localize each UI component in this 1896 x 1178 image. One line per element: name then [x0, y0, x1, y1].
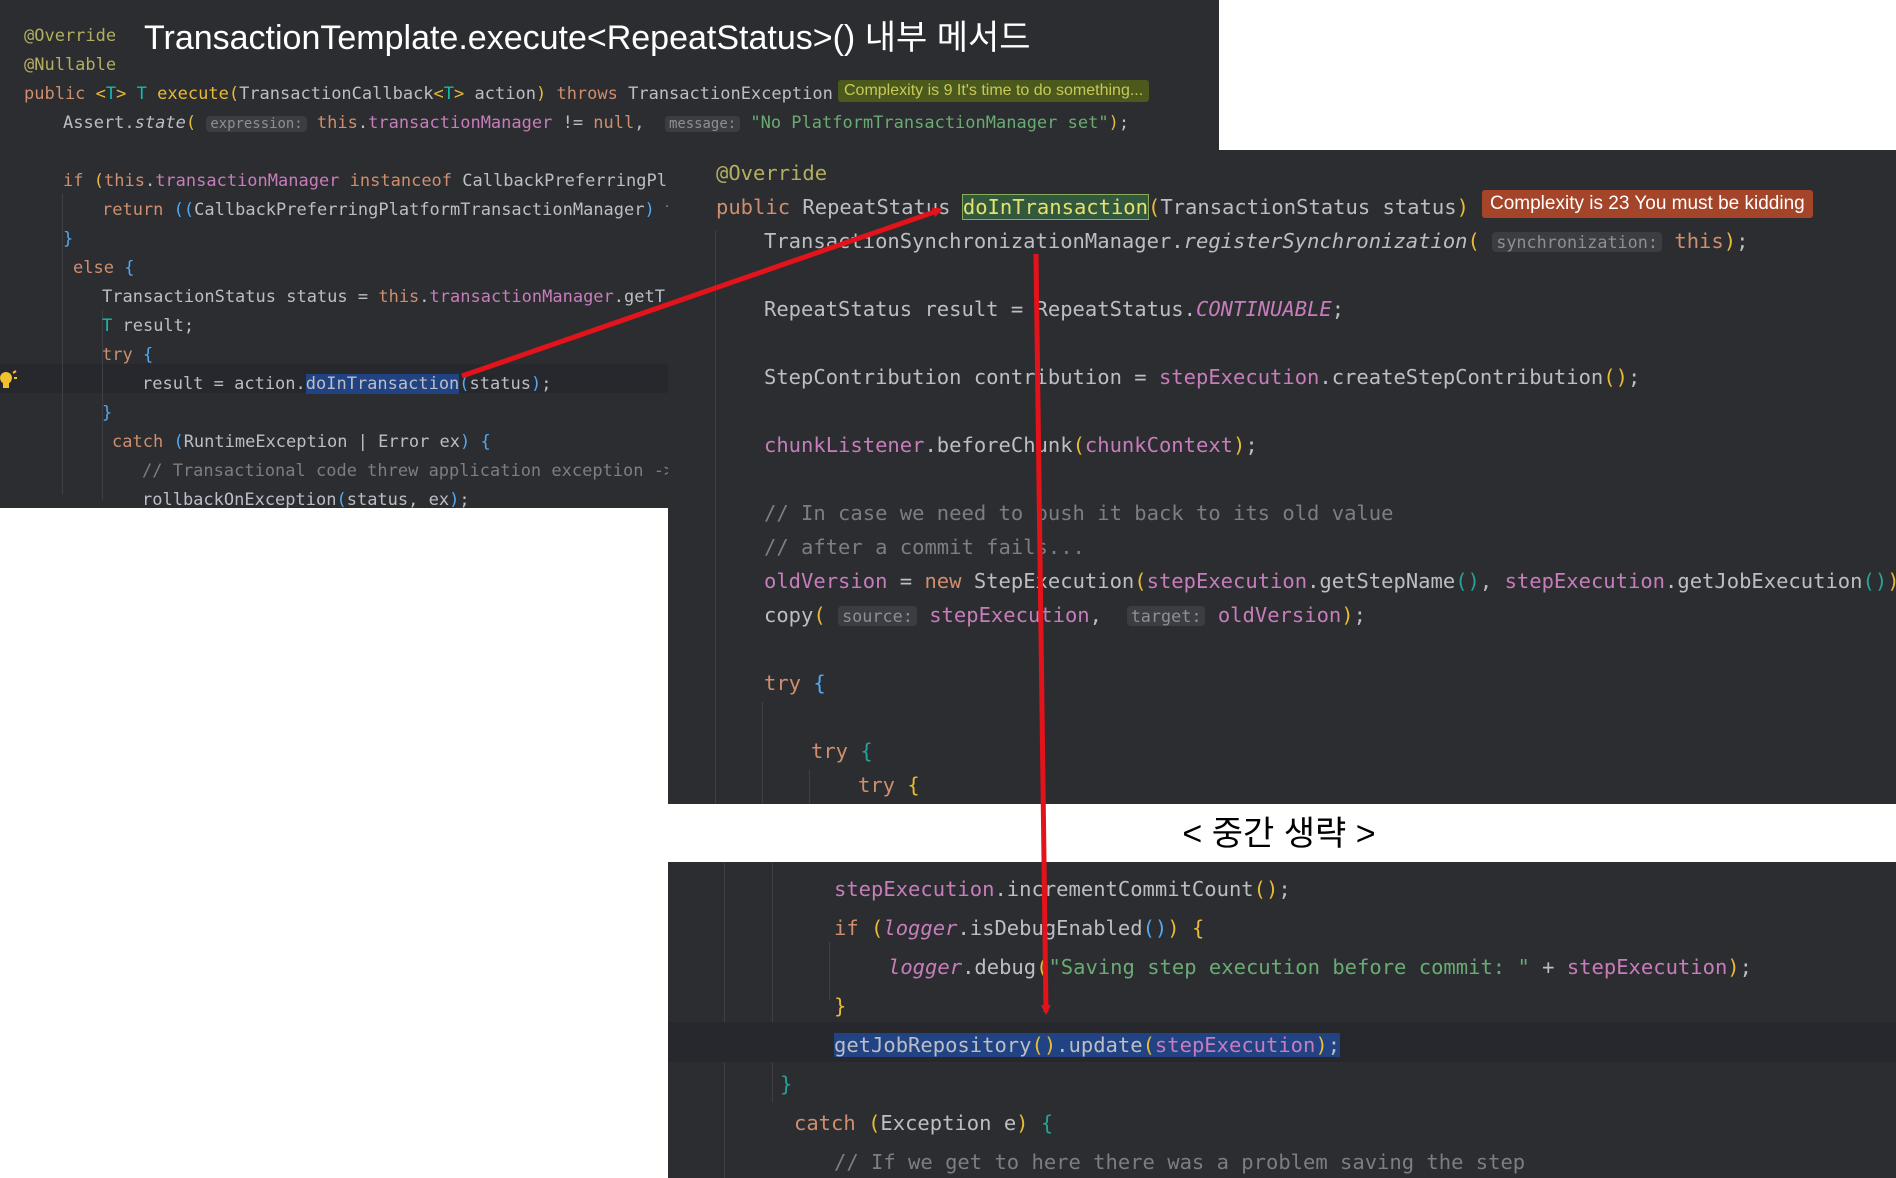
arrow-to-do-in-transaction [461, 207, 943, 379]
arrow-overlay [461, 207, 1051, 1015]
arrow-to-update-call [1033, 253, 1051, 1015]
